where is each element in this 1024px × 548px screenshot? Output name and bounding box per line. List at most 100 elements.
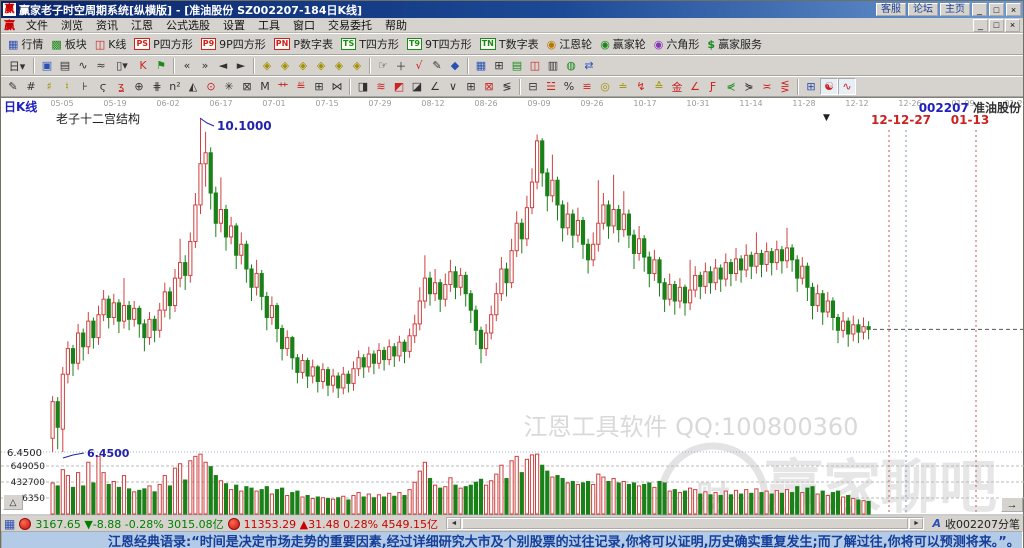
menu-stock-picker[interactable]: 公式选股 xyxy=(160,17,216,33)
last-bar-button[interactable]: » xyxy=(196,57,214,74)
scrollbar-left-icon[interactable]: ◄ xyxy=(447,518,461,529)
bands-icon[interactable]: ⊟ xyxy=(524,78,542,95)
save-icon[interactable]: ◫ xyxy=(526,57,544,74)
angle-icon[interactable]: ∠ xyxy=(426,78,444,95)
crosshair-tool[interactable]: ＋ xyxy=(392,57,410,74)
gold-split-icon[interactable]: 金 xyxy=(668,78,686,95)
pattern-tool[interactable]: ◆ xyxy=(446,57,464,74)
yinyang-tool-icon[interactable]: ☯ xyxy=(820,78,838,95)
draw-pen-icon[interactable]: ✎ xyxy=(4,78,22,95)
circle-cross-icon[interactable]: ⊕ xyxy=(130,78,148,95)
target-icon[interactable]: ⊙ xyxy=(202,78,220,95)
ruler-icon[interactable]: ⊦ xyxy=(76,78,94,95)
triangle-tool-icon[interactable]: ◭ xyxy=(184,78,202,95)
grid-x-icon[interactable]: ⊠ xyxy=(480,78,498,95)
quote-list-icon[interactable]: ▤ xyxy=(56,57,74,74)
wave-tool-icon[interactable]: ∿ xyxy=(838,78,856,95)
child-restore-button[interactable]: □ xyxy=(989,19,1004,32)
scroll-right-button[interactable]: → xyxy=(1001,497,1023,512)
prev-bar-button[interactable]: ◄ xyxy=(214,57,232,74)
close-button[interactable]: × xyxy=(1006,3,1021,16)
wave-9-icon[interactable]: ≈ xyxy=(92,57,110,74)
grid-lines-icon[interactable]: # xyxy=(22,78,40,95)
window-layout-icon[interactable]: ▣ xyxy=(38,57,56,74)
fibo-icon[interactable]: Ƒ xyxy=(704,78,722,95)
square-number-icon[interactable]: n² xyxy=(166,78,184,95)
menu-settings[interactable]: 设置 xyxy=(217,17,251,33)
menu-window[interactable]: 窗口 xyxy=(287,17,321,33)
period-day-dropdown[interactable]: 日▾ xyxy=(4,57,30,74)
gann-wheel-button[interactable]: ◉江恩轮 xyxy=(543,35,597,53)
kline-button[interactable]: ◫K线 xyxy=(91,35,131,53)
red-grass-icon[interactable]: 艹 xyxy=(274,78,292,95)
transfer-icon[interactable]: ⇄ xyxy=(580,57,598,74)
snail-icon[interactable]: ʓ xyxy=(112,78,130,95)
winner-wheel-button[interactable]: ◉赢家轮 xyxy=(596,35,650,53)
tick-label[interactable]: 收002207分笔 xyxy=(945,516,1020,532)
diamond-tool-6[interactable]: ◈ xyxy=(348,57,366,74)
wave-3-icon[interactable]: ∿ xyxy=(74,57,92,74)
child-close-button[interactable]: × xyxy=(1005,19,1020,32)
zigzag-icon[interactable]: ≶ xyxy=(498,78,516,95)
fan-lines-2-icon[interactable]: ♮ xyxy=(58,78,76,95)
grid-tool-icon[interactable]: ⊞ xyxy=(802,78,820,95)
t-square-button[interactable]: TST四方形 xyxy=(337,35,403,53)
9t-square-button[interactable]: T99T四方形 xyxy=(403,35,476,53)
scrollbar-right-icon[interactable]: ► xyxy=(909,518,923,529)
k-red-icon[interactable]: K xyxy=(134,57,152,74)
restore-button[interactable]: □ xyxy=(989,3,1004,16)
winner-service-button[interactable]: $赢家服务 xyxy=(703,35,766,53)
menu-file[interactable]: 文件 xyxy=(20,17,54,33)
flag-icon[interactable]: ⚑ xyxy=(152,57,170,74)
print-icon[interactable]: ▥ xyxy=(544,57,562,74)
hexagon-button[interactable]: ◉六角形 xyxy=(650,35,704,53)
corner-box-icon[interactable]: ◩ xyxy=(390,78,408,95)
menu-trading[interactable]: 交易委托 xyxy=(322,17,378,33)
bowtie-icon[interactable]: ⋈ xyxy=(328,78,346,95)
quotes-button[interactable]: ▦行情 xyxy=(4,35,47,53)
menu-news[interactable]: 资讯 xyxy=(90,17,124,33)
hand-tool[interactable]: ☞ xyxy=(374,57,392,74)
kline-chart[interactable]: 江恩工具软件 QQ:100800360财赢家聊吧05-0505-1906-020… xyxy=(1,98,1024,516)
t-table-button[interactable]: TNT数字表 xyxy=(476,35,543,53)
diamond-tool-2[interactable]: ◈ xyxy=(276,57,294,74)
calendar-icon[interactable]: ▦ xyxy=(472,57,490,74)
expand-volume-button[interactable]: △ xyxy=(3,494,23,510)
diamond-tool-1[interactable]: ◈ xyxy=(258,57,276,74)
gold-lines-icon[interactable]: ≐ xyxy=(614,78,632,95)
diamond-tool-4[interactable]: ◈ xyxy=(312,57,330,74)
bolt-icon[interactable]: ↯ xyxy=(632,78,650,95)
menu-tools[interactable]: 工具 xyxy=(252,17,286,33)
gold-circle-icon[interactable]: ◎ xyxy=(596,78,614,95)
channel-icon[interactable]: ≍ xyxy=(758,78,776,95)
def-lines-icon[interactable]: ≝ xyxy=(292,78,310,95)
globe-icon[interactable]: ◍ xyxy=(562,57,580,74)
menu-browse[interactable]: 浏览 xyxy=(55,17,89,33)
trigram-icon[interactable]: ☱ xyxy=(542,78,560,95)
notepad-icon[interactable]: ▤ xyxy=(508,57,526,74)
box-x-icon[interactable]: ⊠ xyxy=(238,78,256,95)
sectors-button[interactable]: ▩板块 xyxy=(47,35,90,53)
star-lines-icon[interactable]: ✳ xyxy=(220,78,238,95)
p-table-button[interactable]: PNP数字表 xyxy=(270,35,337,53)
gann-box-icon[interactable]: ≙ xyxy=(650,78,668,95)
diamond-tool-5[interactable]: ◈ xyxy=(330,57,348,74)
first-bar-button[interactable]: « xyxy=(178,57,196,74)
p-square-button[interactable]: PSP四方形 xyxy=(130,35,196,53)
percent-lines-icon[interactable]: ≌ xyxy=(578,78,596,95)
menu-gann[interactable]: 江恩 xyxy=(125,17,159,33)
next-bar-button[interactable]: ► xyxy=(232,57,250,74)
speed-line-icon[interactable]: ⋞ xyxy=(722,78,740,95)
candle-style-dropdown[interactable]: ▯▾ xyxy=(110,57,134,74)
hatch-icon[interactable]: ⋕ xyxy=(148,78,166,95)
menu-help[interactable]: 帮助 xyxy=(379,17,413,33)
m-pattern-icon[interactable]: M xyxy=(256,78,274,95)
half-box-icon[interactable]: ◨ xyxy=(354,78,372,95)
horizontal-scrollbar[interactable]: ◄ ► xyxy=(446,517,924,530)
grid-2-icon[interactable]: ⊞ xyxy=(462,78,480,95)
check-line-tool[interactable]: √ xyxy=(410,57,428,74)
vee-icon[interactable]: ∨ xyxy=(444,78,462,95)
corner-box-2-icon[interactable]: ◪ xyxy=(408,78,426,95)
red-angle-icon[interactable]: ∠ xyxy=(686,78,704,95)
9p-square-button[interactable]: P99P四方形 xyxy=(197,35,270,53)
